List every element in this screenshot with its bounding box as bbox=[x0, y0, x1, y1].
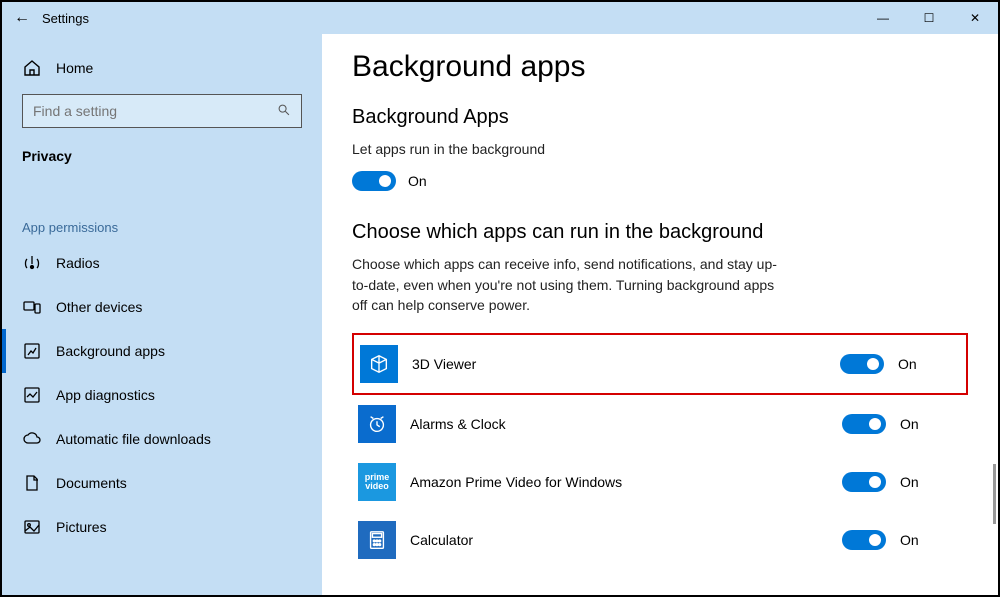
app-name: Alarms & Clock bbox=[410, 416, 842, 432]
back-button[interactable]: ← bbox=[2, 9, 42, 27]
master-toggle[interactable] bbox=[352, 171, 396, 191]
sidebar-item-label: Documents bbox=[56, 475, 127, 491]
sidebar-home-label: Home bbox=[56, 60, 93, 76]
search-icon bbox=[277, 103, 291, 120]
app-row-amazon-prime: primevideo Amazon Prime Video for Window… bbox=[352, 453, 968, 511]
window-body: Home Privacy App permissions Radios bbox=[2, 34, 998, 595]
titlebar: ← Settings — ☐ ✕ bbox=[2, 2, 998, 34]
app-icon-3d-viewer bbox=[360, 345, 398, 383]
minimize-button[interactable]: — bbox=[860, 2, 906, 34]
app-toggle-amazon-prime[interactable] bbox=[842, 472, 886, 492]
app-name: Amazon Prime Video for Windows bbox=[410, 474, 842, 490]
search-box[interactable] bbox=[22, 94, 302, 128]
section2-title: Choose which apps can run in the backgro… bbox=[352, 221, 968, 244]
sidebar-item-background-apps[interactable]: Background apps bbox=[2, 329, 322, 373]
master-toggle-label: On bbox=[408, 173, 427, 189]
app-icon-amazon-prime: primevideo bbox=[358, 463, 396, 501]
home-icon bbox=[22, 58, 42, 78]
sidebar-item-label: Other devices bbox=[56, 299, 142, 315]
pictures-icon bbox=[22, 517, 42, 537]
toggle-knob bbox=[869, 476, 881, 488]
sidebar-item-radios[interactable]: Radios bbox=[2, 241, 322, 285]
app-toggle-label: On bbox=[900, 416, 919, 432]
app-toggle-label: On bbox=[900, 474, 919, 490]
toggle-knob bbox=[869, 418, 881, 430]
master-toggle-row: On bbox=[352, 171, 968, 191]
other-devices-icon bbox=[22, 297, 42, 317]
app-name: Calculator bbox=[410, 532, 842, 548]
documents-icon bbox=[22, 473, 42, 493]
window-title: Settings bbox=[42, 11, 89, 26]
sidebar-item-label: App diagnostics bbox=[56, 387, 155, 403]
sidebar-group-app-permissions: App permissions bbox=[2, 210, 322, 241]
app-row-3d-viewer: 3D Viewer On bbox=[352, 333, 968, 395]
sidebar-item-label: Radios bbox=[56, 255, 100, 271]
page-title: Background apps bbox=[352, 50, 968, 84]
window-controls: — ☐ ✕ bbox=[860, 2, 998, 34]
settings-window: ← Settings — ☐ ✕ Home Privacy A bbox=[0, 0, 1000, 597]
close-button[interactable]: ✕ bbox=[952, 2, 998, 34]
app-toggle-3d-viewer[interactable] bbox=[840, 354, 884, 374]
app-icon-calculator bbox=[358, 521, 396, 559]
content-pane: Background apps Background Apps Let apps… bbox=[322, 34, 998, 595]
sidebar-home[interactable]: Home bbox=[2, 46, 322, 90]
search-input[interactable] bbox=[33, 103, 277, 119]
section1-desc: Let apps run in the background bbox=[352, 139, 792, 159]
radios-icon bbox=[22, 253, 42, 273]
sidebar: Home Privacy App permissions Radios bbox=[2, 34, 322, 595]
app-icon-alarms-clock bbox=[358, 405, 396, 443]
app-toggle-label: On bbox=[900, 532, 919, 548]
cloud-icon bbox=[22, 429, 42, 449]
app-toggle-alarms-clock[interactable] bbox=[842, 414, 886, 434]
sidebar-item-label: Automatic file downloads bbox=[56, 431, 211, 447]
sidebar-item-label: Pictures bbox=[56, 519, 107, 535]
toggle-knob bbox=[379, 175, 391, 187]
app-row-alarms-clock: Alarms & Clock On bbox=[352, 395, 968, 453]
maximize-button[interactable]: ☐ bbox=[906, 2, 952, 34]
toggle-knob bbox=[867, 358, 879, 370]
sidebar-item-other-devices[interactable]: Other devices bbox=[2, 285, 322, 329]
sidebar-item-pictures[interactable]: Pictures bbox=[2, 505, 322, 549]
app-list: 3D Viewer On Alarms & Clock On bbox=[352, 333, 968, 569]
app-row-calculator: Calculator On bbox=[352, 511, 968, 569]
section2-desc: Choose which apps can receive info, send… bbox=[352, 254, 792, 315]
app-toggle-label: On bbox=[898, 356, 917, 372]
sidebar-item-app-diagnostics[interactable]: App diagnostics bbox=[2, 373, 322, 417]
sidebar-section-privacy: Privacy bbox=[2, 142, 322, 180]
background-apps-icon bbox=[22, 341, 42, 361]
app-toggle-calculator[interactable] bbox=[842, 530, 886, 550]
toggle-knob bbox=[869, 534, 881, 546]
app-diagnostics-icon bbox=[22, 385, 42, 405]
app-name: 3D Viewer bbox=[412, 356, 840, 372]
section1-title: Background Apps bbox=[352, 106, 968, 129]
sidebar-item-documents[interactable]: Documents bbox=[2, 461, 322, 505]
scrollbar[interactable] bbox=[993, 464, 996, 524]
sidebar-item-label: Background apps bbox=[56, 343, 165, 359]
sidebar-item-automatic-file-downloads[interactable]: Automatic file downloads bbox=[2, 417, 322, 461]
